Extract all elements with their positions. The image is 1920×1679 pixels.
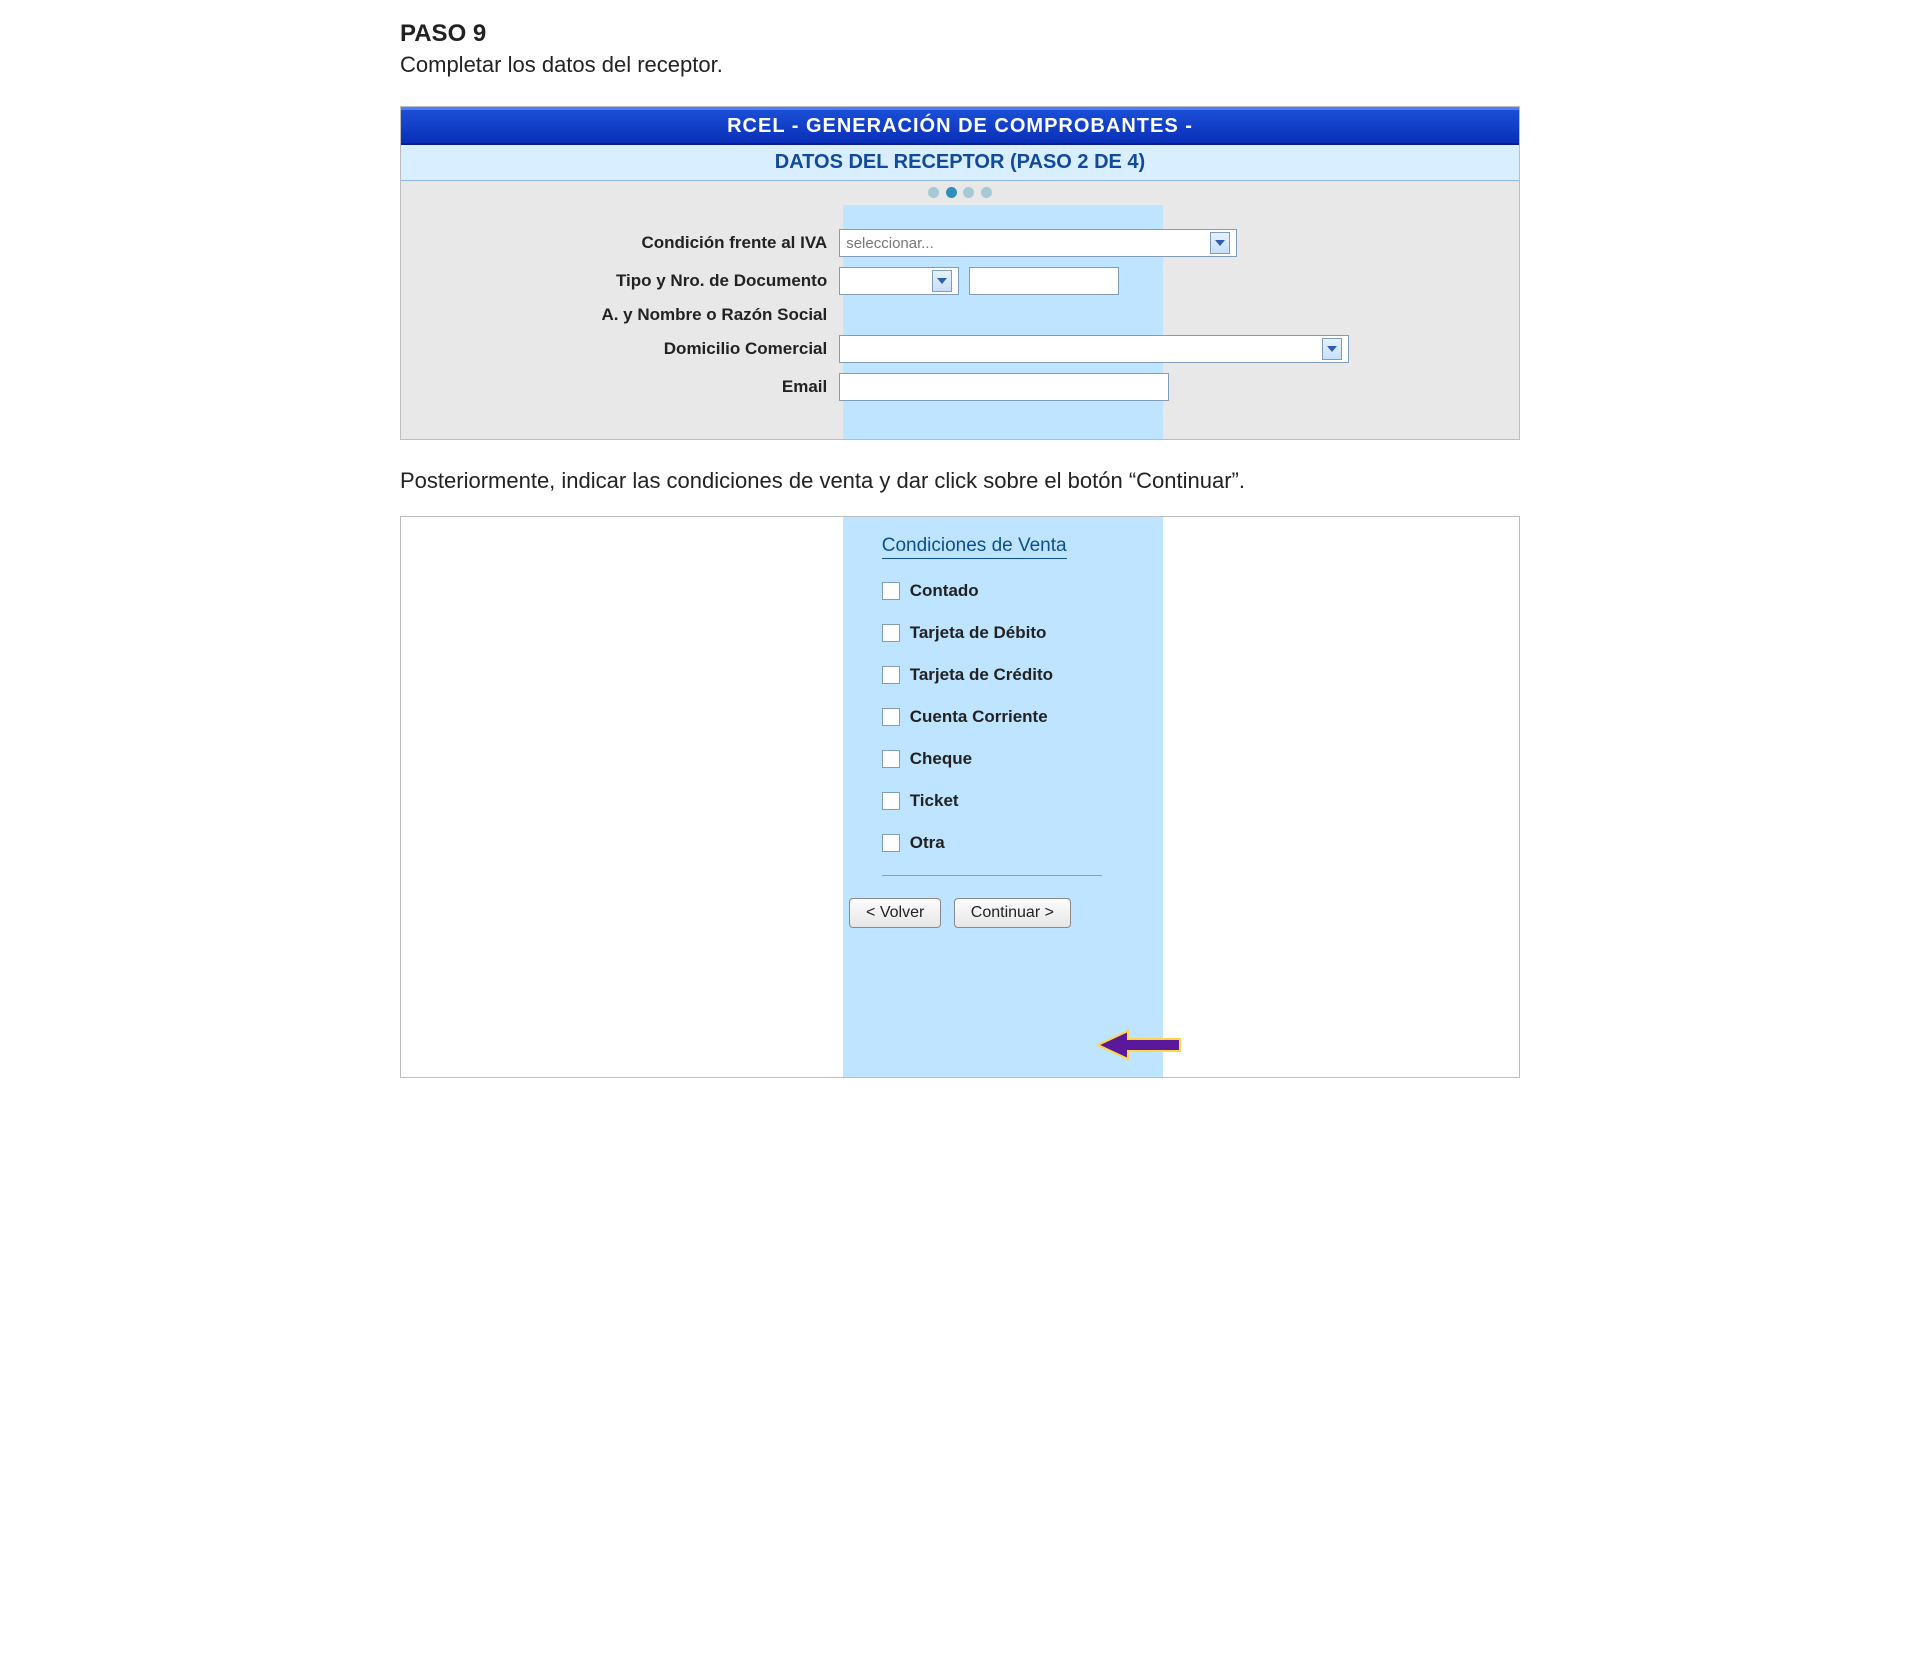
iva-label: Condición frente al IVA bbox=[411, 233, 839, 253]
venta-options-list: Contado Tarjeta de Débito Tarjeta de Cré… bbox=[882, 581, 1519, 853]
doc-type-select[interactable] bbox=[839, 267, 959, 295]
receptor-panel: RCEL - GENERACIÓN DE COMPROBANTES - DATO… bbox=[400, 106, 1520, 440]
venta-checkbox-contado[interactable] bbox=[882, 582, 900, 600]
panel-header: RCEL - GENERACIÓN DE COMPROBANTES - bbox=[401, 107, 1519, 145]
chevron-down-icon bbox=[1210, 232, 1230, 254]
venta-option-label: Cuenta Corriente bbox=[910, 707, 1048, 727]
stepper-dot bbox=[981, 187, 992, 198]
email-label: Email bbox=[411, 377, 839, 397]
chevron-down-icon bbox=[1322, 338, 1342, 360]
domicilio-label: Domicilio Comercial bbox=[411, 339, 839, 359]
email-input[interactable] bbox=[839, 373, 1169, 401]
venta-option-label: Ticket bbox=[910, 791, 959, 811]
venta-checkbox-cheque[interactable] bbox=[882, 750, 900, 768]
annotation-arrow-icon bbox=[1094, 1025, 1184, 1065]
venta-option-label: Tarjeta de Crédito bbox=[910, 665, 1053, 685]
venta-title: Condiciones de Venta bbox=[882, 535, 1067, 559]
venta-option-label: Tarjeta de Débito bbox=[910, 623, 1047, 643]
doc-label: Tipo y Nro. de Documento bbox=[411, 271, 839, 291]
venta-option-label: Contado bbox=[910, 581, 979, 601]
continue-button[interactable]: Continuar > bbox=[954, 898, 1071, 928]
back-button[interactable]: < Volver bbox=[849, 898, 941, 928]
stepper-dot bbox=[963, 187, 974, 198]
venta-checkbox-ticket[interactable] bbox=[882, 792, 900, 810]
razon-label: A. y Nombre o Razón Social bbox=[411, 305, 839, 325]
step-title: PASO 9 bbox=[400, 20, 1520, 48]
venta-option-label: Cheque bbox=[910, 749, 972, 769]
stepper-dot-active bbox=[946, 187, 957, 198]
chevron-down-icon bbox=[932, 270, 952, 292]
iva-select[interactable]: seleccionar... bbox=[839, 229, 1237, 257]
step-description: Completar los datos del receptor. bbox=[400, 52, 1520, 78]
panel-subheader: DATOS DEL RECEPTOR (PASO 2 DE 4) bbox=[401, 145, 1519, 181]
venta-checkbox-tarjeta-debito[interactable] bbox=[882, 624, 900, 642]
venta-panel: Condiciones de Venta Contado Tarjeta de … bbox=[400, 516, 1520, 1078]
venta-checkbox-tarjeta-credito[interactable] bbox=[882, 666, 900, 684]
doc-number-input[interactable] bbox=[969, 267, 1119, 295]
iva-select-placeholder: seleccionar... bbox=[846, 235, 934, 252]
followup-text: Posteriormente, indicar las condiciones … bbox=[400, 468, 1520, 494]
stepper bbox=[401, 181, 1519, 205]
domicilio-select[interactable] bbox=[839, 335, 1349, 363]
stepper-dot bbox=[928, 187, 939, 198]
venta-checkbox-cuenta-corriente[interactable] bbox=[882, 708, 900, 726]
venta-checkbox-otra[interactable] bbox=[882, 834, 900, 852]
venta-option-label: Otra bbox=[910, 833, 945, 853]
